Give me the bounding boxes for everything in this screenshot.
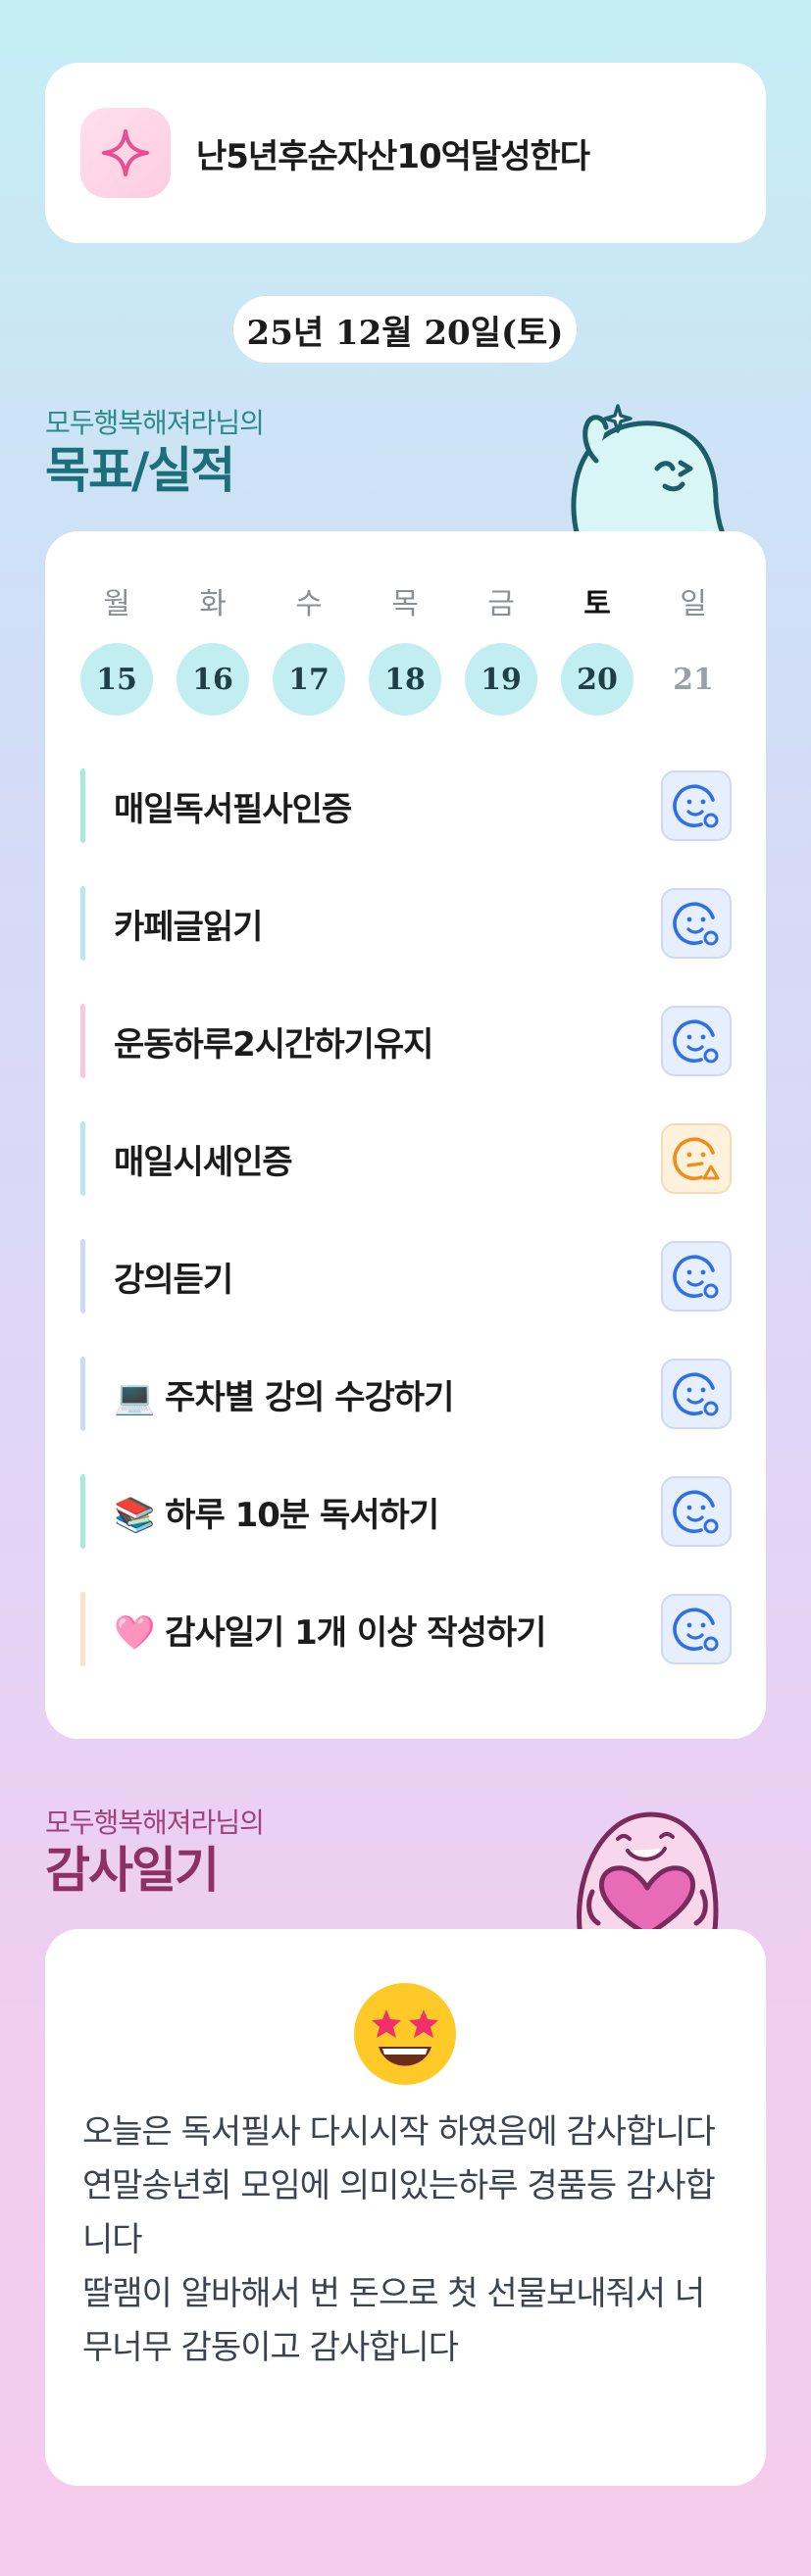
task-row: 💻 주차별 강의 수강하기 <box>80 1357 732 1431</box>
day-tue[interactable]: 화 16 <box>177 580 249 716</box>
day-mon[interactable]: 월 15 <box>80 580 153 716</box>
gratitude-section-title: 감사일기 <box>45 1842 220 1899</box>
task-row: 🩷 감사일기 1개 이상 작성하기 <box>80 1592 732 1666</box>
smile-check-icon <box>673 1372 719 1416</box>
task-color-bar <box>80 1004 85 1078</box>
task-color-bar <box>80 1474 85 1549</box>
task-label: 매일시세인증 <box>114 1142 293 1182</box>
weekday-label: 목 <box>391 587 419 621</box>
task-color-bar <box>80 1592 85 1666</box>
smile-check-icon <box>673 1608 719 1652</box>
task-status-button[interactable] <box>661 1006 732 1076</box>
day-sun[interactable]: 일 21 <box>657 580 730 716</box>
task-label: 카페글읽기 <box>114 907 263 947</box>
neutral-warning-icon <box>673 1137 720 1181</box>
day-number: 16 <box>177 643 249 716</box>
day-thu[interactable]: 목 18 <box>369 580 441 716</box>
task-color-bar <box>80 768 85 843</box>
weekday-label: 수 <box>295 587 323 621</box>
task-label: 강의듣기 <box>114 1260 233 1300</box>
smile-check-icon <box>673 1490 719 1534</box>
goal-card: 난5년후순자산10억달성한다 <box>45 63 766 243</box>
task-status-button[interactable] <box>661 1123 732 1194</box>
task-label: 운동하루2시간하기유지 <box>114 1024 433 1065</box>
smile-check-icon <box>673 1019 719 1064</box>
goal-text: 난5년후순자산10억달성한다 <box>196 136 590 176</box>
task-status-button[interactable] <box>661 1594 732 1664</box>
day-number: 21 <box>673 662 714 697</box>
day-wed[interactable]: 수 17 <box>273 580 345 716</box>
smile-check-icon <box>673 1255 719 1299</box>
mascot-ghost-illustration <box>571 404 729 539</box>
task-status-button[interactable] <box>661 888 732 959</box>
day-number: 18 <box>369 643 441 716</box>
smile-check-icon <box>673 902 719 946</box>
star-struck-emoji <box>354 1983 456 2085</box>
task-status-button[interactable] <box>661 1476 732 1547</box>
task-row: 운동하루2시간하기유지 <box>80 1004 732 1078</box>
task-color-bar <box>80 1357 85 1431</box>
task-label: 매일독서필사인증 <box>114 789 352 829</box>
task-color-bar <box>80 1239 85 1313</box>
date-pill: 25년 12월 20일(토) <box>233 296 577 363</box>
weekday-label: 일 <box>680 587 707 621</box>
task-label: 📚 하루 10분 독서하기 <box>114 1495 439 1535</box>
day-number: 20 <box>561 643 634 716</box>
day-number: 19 <box>465 643 537 716</box>
task-row: 강의듣기 <box>80 1239 732 1313</box>
weekday-label: 화 <box>199 587 227 621</box>
task-row: 카페글읽기 <box>80 886 732 961</box>
day-fri[interactable]: 금 19 <box>465 580 537 716</box>
smile-check-icon <box>673 784 719 828</box>
task-status-button[interactable] <box>661 1241 732 1312</box>
records-card: 월 15 화 16 수 17 목 18 금 19 토 20 일 21 매일독서필… <box>45 531 766 1739</box>
records-section-title: 목표/실적 <box>45 442 235 499</box>
weekday-label: 금 <box>487 587 515 621</box>
task-label: 🩷 감사일기 1개 이상 작성하기 <box>114 1612 546 1653</box>
weekday-label: 토 <box>583 587 611 621</box>
task-status-button[interactable] <box>661 770 732 841</box>
task-row: 📚 하루 10분 독서하기 <box>80 1474 732 1549</box>
task-color-bar <box>80 1121 85 1196</box>
task-label: 💻 주차별 강의 수강하기 <box>114 1377 454 1417</box>
day-number: 15 <box>80 643 153 716</box>
task-row: 매일독서필사인증 <box>80 768 732 843</box>
week-strip: 월 15 화 16 수 17 목 18 금 19 토 20 일 21 <box>80 580 728 727</box>
task-status-button[interactable] <box>661 1359 732 1429</box>
task-row: 매일시세인증 <box>80 1121 732 1196</box>
mascot-heart-illustration <box>577 1811 719 1937</box>
gratitude-text: 오늘은 독서필사 다시시작 하였음에 감사합니다 연말송년회 모임에 의미있는하… <box>82 2112 716 2367</box>
weekday-label: 월 <box>103 587 130 621</box>
sparkle-icon <box>80 108 171 198</box>
gratitude-card: 오늘은 독서필사 다시시작 하였음에 감사합니다 연말송년회 모임에 의미있는하… <box>45 1929 766 2486</box>
task-color-bar <box>80 886 85 961</box>
day-number: 17 <box>273 643 345 716</box>
day-sat-today[interactable]: 토 20 <box>561 580 634 716</box>
